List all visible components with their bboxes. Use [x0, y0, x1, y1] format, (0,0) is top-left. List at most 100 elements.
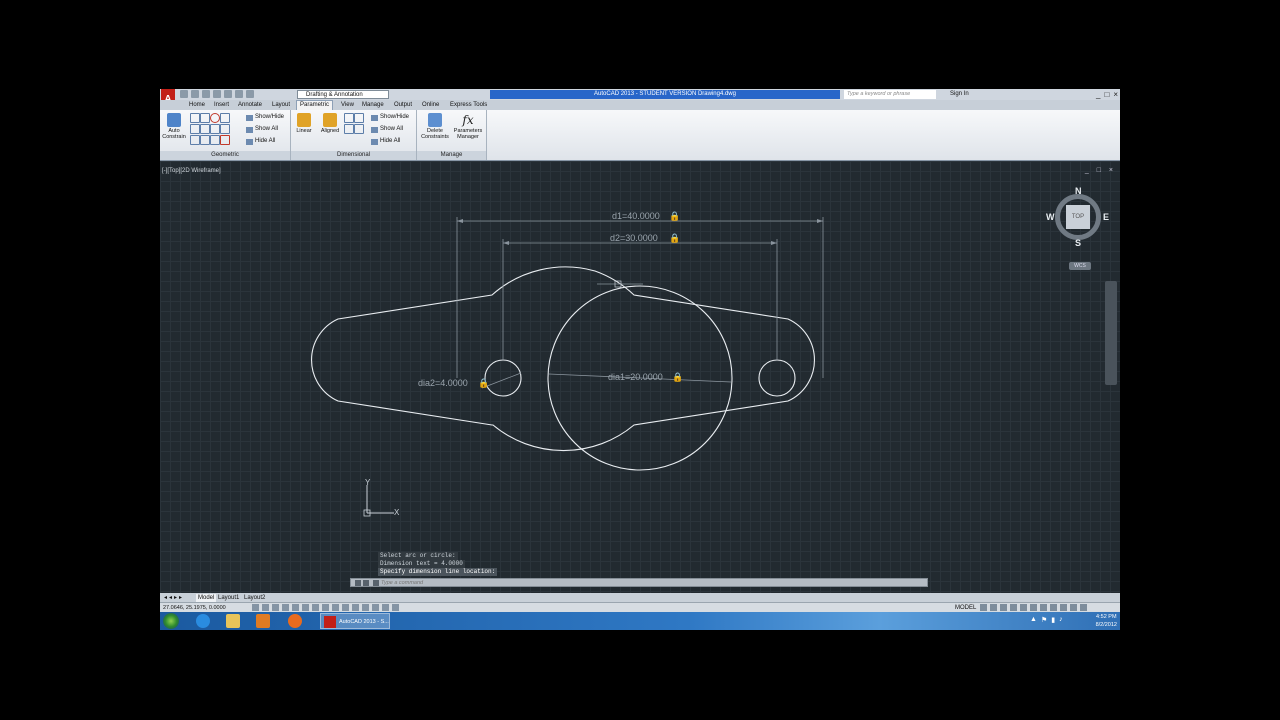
parameters-manager-button[interactable]: fx Parameters Manager [452, 113, 484, 147]
ortho-toggle[interactable] [282, 604, 289, 611]
wcs-menu[interactable]: WCS [1069, 262, 1091, 270]
layout-nav-arrows[interactable]: ◂◂▸▸ [164, 594, 184, 602]
command-close-icon[interactable] [355, 580, 361, 586]
volume-icon[interactable]: ♪ [1059, 616, 1063, 624]
lock-toolbar-icon[interactable] [1040, 604, 1047, 611]
tab-home[interactable]: Home [186, 101, 208, 110]
viewcube[interactable]: TOP N S E W [1046, 186, 1109, 248]
dia2-dimension-text[interactable]: dia2=4.0000 [418, 378, 468, 388]
tab-online[interactable]: Online [419, 101, 442, 110]
undo-icon[interactable] [235, 90, 243, 98]
internet-explorer-icon[interactable] [196, 614, 210, 628]
vertical-icon[interactable] [220, 124, 230, 134]
dia2-lock-icon[interactable]: 🔒 [478, 378, 489, 388]
angular-icon[interactable] [344, 124, 354, 134]
dia1-dimension-text[interactable]: dia1=20.0000 [608, 372, 663, 382]
system-clock[interactable]: 4:52 PM 8/2/2012 [1096, 613, 1117, 629]
firefox-icon[interactable] [288, 614, 302, 628]
quick-view-drawings-icon[interactable] [990, 604, 997, 611]
tab-insert[interactable]: Insert [211, 101, 232, 110]
sc-toggle[interactable] [382, 604, 389, 611]
drawing-canvas[interactable]: [-][Top][2D Wireframe] _ □ × d1=40.0000 … [160, 161, 1120, 593]
compass-north[interactable]: N [1075, 186, 1082, 196]
minimize-button[interactable]: _ [1096, 90, 1100, 99]
compass-east[interactable]: E [1103, 212, 1109, 222]
geometric-show-all-button[interactable]: Show All [246, 125, 278, 134]
geometric-panel-title[interactable]: Geometric [160, 151, 290, 160]
coincident-icon[interactable] [190, 113, 200, 123]
tab-layout[interactable]: Layout [269, 101, 293, 110]
polar-toggle[interactable] [292, 604, 299, 611]
start-button[interactable] [163, 613, 179, 629]
linear-dimension-button[interactable]: Linear [291, 113, 317, 147]
tab-layout1[interactable]: Layout1 [218, 594, 239, 602]
diameter-icon[interactable] [354, 113, 364, 123]
parallel-icon[interactable] [190, 124, 200, 134]
viewcube-top-face[interactable]: TOP [1066, 205, 1090, 229]
osnap-toggle[interactable] [302, 604, 309, 611]
d1-dimension-text[interactable]: d1=40.0000 [612, 211, 660, 221]
delete-constraints-button[interactable]: Delete Constraints [420, 113, 450, 147]
tab-model[interactable]: Model [196, 594, 217, 602]
network-icon[interactable]: ▮ [1051, 616, 1055, 624]
taskbar-autocad-button[interactable]: AutoCAD 2013 - S... [320, 613, 390, 629]
geometric-hide-all-button[interactable]: Hide All [246, 137, 275, 146]
annotation-scale-icon[interactable] [1000, 604, 1007, 611]
action-center-icon[interactable]: ⚑ [1041, 616, 1047, 624]
tab-output[interactable]: Output [391, 101, 415, 110]
d1-lock-icon[interactable]: 🔒 [669, 211, 680, 221]
ducs-toggle[interactable] [332, 604, 339, 611]
geometric-show-hide-button[interactable]: Show/Hide [246, 113, 284, 122]
sign-in-link[interactable]: Sign In [950, 90, 969, 99]
tab-view[interactable]: View [338, 101, 357, 110]
annotation-visibility-icon[interactable] [1010, 604, 1017, 611]
compass-south[interactable]: S [1075, 238, 1081, 248]
aligned-dimension-button[interactable]: Aligned [317, 113, 343, 147]
smooth-icon[interactable] [200, 135, 210, 145]
fix-icon[interactable] [220, 113, 230, 123]
lwt-toggle[interactable] [352, 604, 359, 611]
help-search-input[interactable]: Type a keyword or phrase [844, 90, 936, 99]
quick-view-layouts-icon[interactable] [980, 604, 987, 611]
equal-icon[interactable] [220, 135, 230, 145]
horizontal-icon[interactable] [210, 124, 220, 134]
infer-constraints-toggle[interactable] [252, 604, 259, 611]
dimensional-hide-all-button[interactable]: Hide All [371, 137, 400, 146]
otrack-toggle[interactable] [322, 604, 329, 611]
dimensional-show-hide-button[interactable]: Show/Hide [371, 113, 409, 122]
tray-expand-icon[interactable]: ▲ [1030, 616, 1037, 624]
command-history-icon[interactable] [373, 580, 379, 586]
workspace-dropdown[interactable]: Drafting & Annotation [297, 90, 389, 99]
tangent-icon[interactable] [190, 135, 200, 145]
hardware-acceleration-icon[interactable] [1050, 604, 1057, 611]
convert-icon[interactable] [354, 124, 364, 134]
perpendicular-icon[interactable] [200, 124, 210, 134]
save-icon[interactable] [202, 90, 210, 98]
clean-screen-icon[interactable] [1080, 604, 1087, 611]
workspace-switching-icon[interactable] [1030, 604, 1037, 611]
tpy-toggle[interactable] [362, 604, 369, 611]
left-hole[interactable] [484, 359, 522, 397]
compass-west[interactable]: W [1046, 212, 1055, 222]
file-explorer-icon[interactable] [226, 614, 240, 628]
symmetric-icon[interactable] [210, 135, 220, 145]
maximize-button[interactable]: □ [1104, 90, 1109, 99]
command-input[interactable] [381, 579, 901, 586]
tab-annotate[interactable]: Annotate [235, 101, 265, 110]
status-bar-menu-icon[interactable] [1070, 604, 1077, 611]
auto-constrain-button[interactable]: Auto Constrain [161, 113, 187, 147]
open-icon[interactable] [191, 90, 199, 98]
concentric-icon[interactable] [210, 113, 220, 123]
d2-lock-icon[interactable]: 🔒 [669, 233, 680, 243]
media-player-icon[interactable] [256, 614, 270, 628]
collinear-icon[interactable] [200, 113, 210, 123]
dimensional-show-all-button[interactable]: Show All [371, 125, 403, 134]
isolate-objects-icon[interactable] [1060, 604, 1067, 611]
command-customize-icon[interactable] [363, 580, 369, 586]
tab-parametric[interactable]: Parametric [296, 100, 334, 110]
tab-manage[interactable]: Manage [359, 101, 387, 110]
dimensional-panel-title[interactable]: Dimensional [291, 151, 416, 160]
3dosnap-toggle[interactable] [312, 604, 319, 611]
print-icon[interactable] [224, 90, 232, 98]
tab-layout2[interactable]: Layout2 [244, 594, 265, 602]
